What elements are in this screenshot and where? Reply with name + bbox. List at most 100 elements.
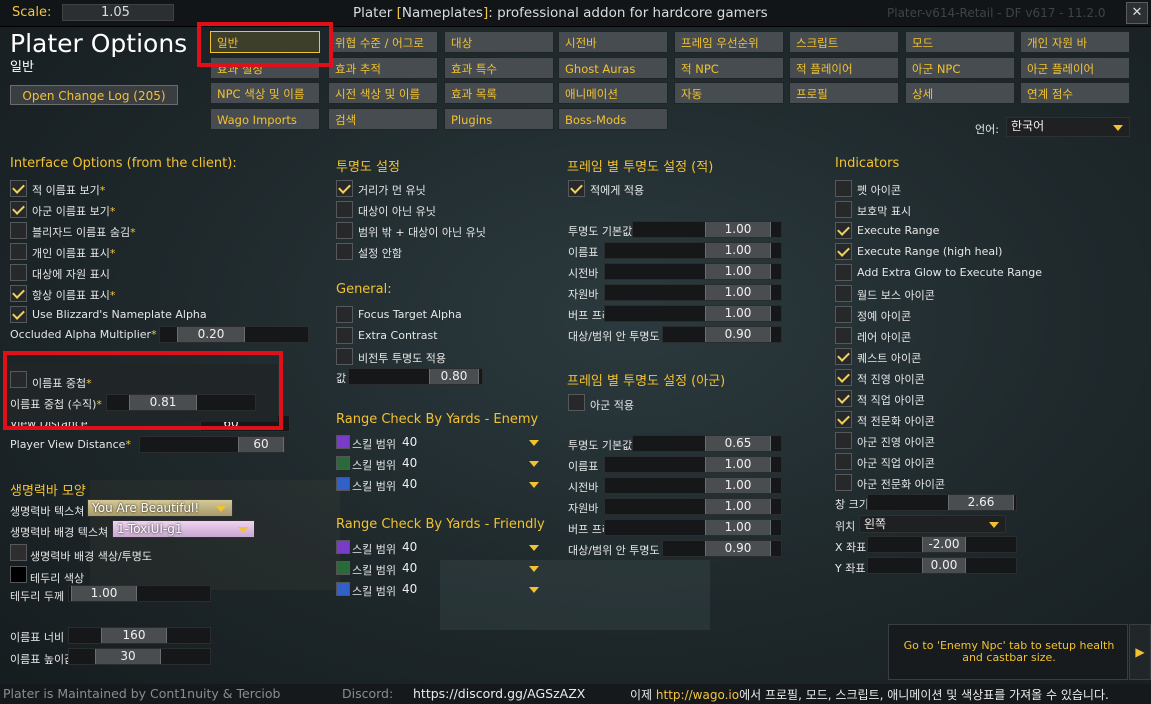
frame-enemy-slider[interactable]: 0.90 bbox=[662, 326, 782, 343]
player-view-distance-slider[interactable]: 60 bbox=[139, 436, 285, 453]
tab-24[interactable]: 연계 점수 bbox=[1020, 82, 1130, 104]
tab-14[interactable]: 적 플레이어 bbox=[789, 57, 899, 79]
nameplate-width-slider[interactable]: 160 bbox=[68, 627, 211, 644]
tab-13[interactable]: 적 NPC bbox=[674, 57, 784, 79]
frame-friendly-slider[interactable]: 1.00 bbox=[604, 456, 782, 473]
tab-4[interactable]: 시전바 bbox=[558, 31, 668, 53]
interface-option-checkbox[interactable] bbox=[10, 306, 27, 323]
healthbar-bg-texture-dropdown[interactable]: 1-ToxiUI-g1 bbox=[112, 520, 255, 538]
wago-link[interactable]: http://wago.io bbox=[656, 688, 739, 702]
interface-option-checkbox[interactable] bbox=[10, 285, 27, 302]
open-changelog-button[interactable]: Open Change Log (205) bbox=[10, 85, 178, 105]
indicator-option-checkbox[interactable] bbox=[835, 390, 852, 407]
frame-enemy-slider[interactable]: 1.00 bbox=[604, 284, 782, 301]
tab-16[interactable]: 아군 플레이어 bbox=[1020, 57, 1130, 79]
indicator-option-checkbox[interactable] bbox=[835, 243, 852, 260]
x-offset-slider[interactable]: -2.00 bbox=[867, 536, 1017, 553]
border-color-swatch[interactable] bbox=[10, 566, 27, 583]
anchor-dropdown[interactable]: 왼쪽 bbox=[859, 515, 1006, 533]
y-offset-slider[interactable]: 0.00 bbox=[867, 557, 1017, 574]
range-enemy-dropdown[interactable]: 40 bbox=[398, 476, 543, 494]
frame-friendly-slider[interactable]: 1.00 bbox=[604, 498, 782, 515]
indicator-option-checkbox[interactable] bbox=[835, 453, 852, 470]
frame-friendly-slider[interactable]: 0.90 bbox=[662, 540, 782, 557]
tab-28[interactable]: Boss-Mods bbox=[558, 108, 668, 130]
tab-8[interactable]: 개인 자원 바 bbox=[1020, 31, 1130, 53]
transparency-option-checkbox[interactable] bbox=[336, 180, 353, 197]
chevron-down-icon bbox=[238, 527, 248, 533]
general-option-label: Extra Contrast bbox=[358, 329, 438, 342]
tab-26[interactable]: 검색 bbox=[328, 108, 438, 130]
tab-11[interactable]: 효과 특수 bbox=[444, 57, 554, 79]
indicator-option-checkbox[interactable] bbox=[835, 180, 852, 197]
interface-option-checkbox[interactable] bbox=[10, 243, 27, 260]
tab-12[interactable]: Ghost Auras bbox=[558, 57, 668, 79]
indicator-option-checkbox[interactable] bbox=[835, 285, 852, 302]
tab-27[interactable]: Plugins bbox=[444, 108, 554, 130]
tab-22[interactable]: 프로필 bbox=[789, 82, 899, 104]
indicator-option-checkbox[interactable] bbox=[835, 474, 852, 491]
scale-slider[interactable]: 1.05 bbox=[62, 4, 174, 21]
frame-enemy-slider[interactable]: 1.00 bbox=[632, 221, 782, 238]
interface-option-checkbox[interactable] bbox=[10, 222, 27, 239]
tab-23[interactable]: 상세 bbox=[905, 82, 1015, 104]
transparency-option-checkbox[interactable] bbox=[336, 201, 353, 218]
tab-5[interactable]: 프레임 우선순위 bbox=[674, 31, 784, 53]
general-option-checkbox[interactable] bbox=[336, 327, 353, 344]
indicator-option-checkbox[interactable] bbox=[835, 264, 852, 281]
range-friendly-dropdown[interactable]: 40 bbox=[398, 560, 543, 578]
transparency-option-checkbox[interactable] bbox=[336, 222, 353, 239]
tab-3[interactable]: 대상 bbox=[444, 31, 554, 53]
tab-21[interactable]: 자동 bbox=[674, 82, 784, 104]
range-friendly-dropdown[interactable]: 40 bbox=[398, 581, 543, 599]
transparency-value-slider[interactable]: 0.80 bbox=[348, 368, 483, 385]
indicator-option-checkbox[interactable] bbox=[835, 432, 852, 449]
discord-link[interactable]: https://discord.gg/AGSzAZX bbox=[413, 686, 585, 701]
frame-enemy-slider[interactable]: 1.00 bbox=[604, 263, 782, 280]
indicator-option-checkbox[interactable] bbox=[835, 306, 852, 323]
close-button[interactable]: ✕ bbox=[1126, 2, 1148, 24]
general-option-checkbox[interactable] bbox=[336, 306, 353, 323]
indicator-option-checkbox[interactable] bbox=[835, 369, 852, 386]
tab-17[interactable]: NPC 색상 및 이름 bbox=[210, 82, 320, 104]
frame-friendly-slider[interactable]: 1.00 bbox=[604, 519, 782, 536]
tab-15[interactable]: 아군 NPC bbox=[905, 57, 1015, 79]
frame-enemy-apply-checkbox[interactable] bbox=[568, 180, 585, 197]
interface-option-checkbox[interactable] bbox=[10, 264, 27, 281]
indicator-option-checkbox[interactable] bbox=[835, 222, 852, 239]
frame-enemy-slider[interactable]: 1.00 bbox=[604, 242, 782, 259]
tab-6[interactable]: 스크립트 bbox=[789, 31, 899, 53]
icon-size-slider[interactable]: 2.66 bbox=[867, 494, 1017, 511]
range-enemy-dropdown[interactable]: 40 bbox=[398, 455, 543, 473]
tip-next-button[interactable]: ▶ bbox=[1129, 624, 1151, 680]
tab-10[interactable]: 효과 추적 bbox=[328, 57, 438, 79]
indicator-option-checkbox[interactable] bbox=[835, 201, 852, 218]
tab-7[interactable]: 모드 bbox=[905, 31, 1015, 53]
frame-friendly-slider[interactable]: 1.00 bbox=[604, 477, 782, 494]
healthbar-bg-color-swatch[interactable] bbox=[10, 544, 27, 561]
border-size-slider[interactable]: 1.00 bbox=[68, 585, 211, 602]
tab-19[interactable]: 효과 목록 bbox=[444, 82, 554, 104]
tab-25[interactable]: Wago Imports bbox=[210, 108, 320, 130]
frame-friendly-apply-checkbox[interactable] bbox=[568, 394, 585, 411]
range-friendly-dropdown[interactable]: 40 bbox=[398, 539, 543, 557]
tab-18[interactable]: 시전 색상 및 이름 bbox=[328, 82, 438, 104]
title-bar[interactable]: Scale: 1.05 Plater [Nameplates]: profess… bbox=[0, 0, 1151, 27]
transparency-option-checkbox[interactable] bbox=[336, 243, 353, 260]
frame-friendly-slider[interactable]: 0.65 bbox=[632, 435, 782, 452]
border-size-value: 1.00 bbox=[90, 586, 118, 600]
tab-2[interactable]: 위협 수준 / 어그로 bbox=[328, 31, 438, 53]
language-dropdown[interactable]: 한국어 bbox=[1006, 117, 1130, 137]
tab-20[interactable]: 애니메이션 bbox=[558, 82, 668, 104]
general-option-checkbox[interactable] bbox=[336, 348, 353, 365]
nameplate-height-slider[interactable]: 30 bbox=[68, 648, 211, 665]
range-enemy-dropdown[interactable]: 40 bbox=[398, 434, 543, 452]
indicator-option-checkbox[interactable] bbox=[835, 411, 852, 428]
indicator-option-checkbox[interactable] bbox=[835, 348, 852, 365]
occluded-alpha-slider[interactable]: 0.20 bbox=[159, 326, 309, 343]
interface-option-checkbox[interactable] bbox=[10, 201, 27, 218]
interface-option-checkbox[interactable] bbox=[10, 180, 27, 197]
healthbar-texture-dropdown[interactable]: You Are Beautiful! bbox=[87, 499, 233, 517]
indicator-option-checkbox[interactable] bbox=[835, 327, 852, 344]
frame-enemy-slider[interactable]: 1.00 bbox=[604, 305, 782, 322]
